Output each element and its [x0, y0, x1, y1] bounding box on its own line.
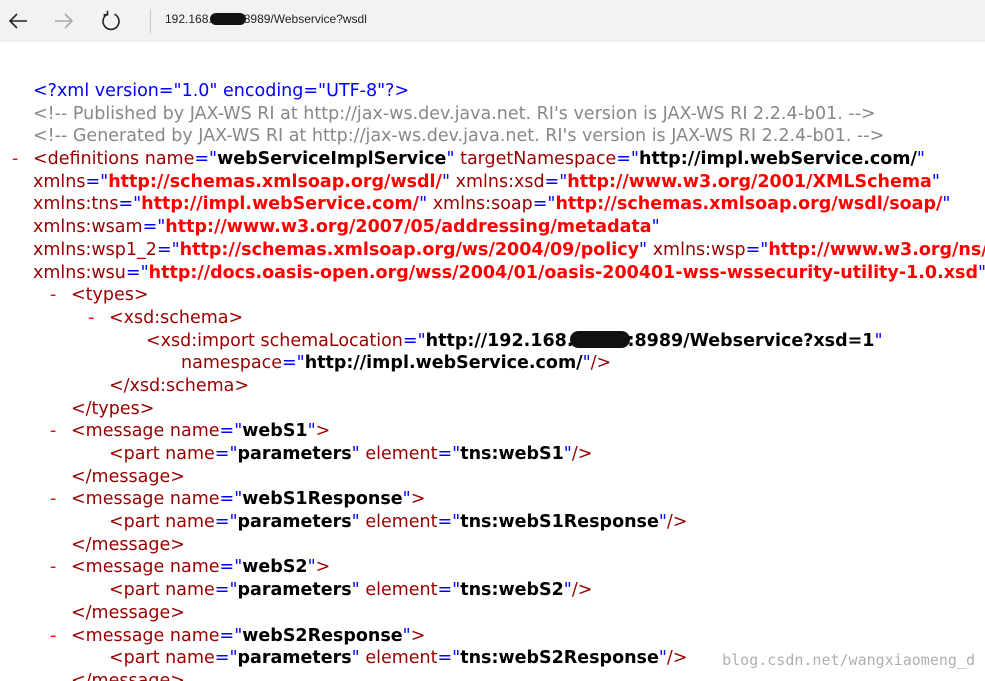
part-element: tns:webS1Response [460, 512, 659, 533]
part-element: tns:webS1 [460, 444, 564, 464]
message-close-line: </message> [71, 602, 185, 623]
definitions-attr-line: xmlns:tns="http://impl.webService.com/" … [33, 194, 951, 215]
message-name: webS2Response [242, 625, 403, 646]
import-location-suffix: :8989/Webservice?xsd=1 [627, 330, 875, 351]
ns-wsp1-2: http://schemas.xmlsoap.org/ws/2004/09/po… [179, 239, 640, 260]
message-close-line: </message> [71, 534, 185, 555]
message-close-line: </message> [71, 466, 185, 487]
definitions-attr-line: xmlns:wsp1_2="http://schemas.xmlsoap.org… [0, 239, 985, 262]
definitions-attr-line: xmlns="http://schemas.xmlsoap.org/wsdl/"… [33, 171, 940, 192]
part-name: parameters [237, 512, 352, 533]
part-line: <part name="parameters" element="tns:web… [109, 580, 593, 601]
refresh-icon [102, 10, 120, 31]
schema-close-line: </xsd:schema> [109, 375, 250, 396]
collapse-toggle-types[interactable]: - [50, 284, 56, 307]
message-name: webS1Response [242, 489, 403, 510]
types-close-line: </types> [71, 398, 155, 419]
xml-comment: <!-- Published by JAX-WS RI at http://ja… [0, 103, 985, 126]
forward-button[interactable] [49, 6, 79, 36]
redacted-ip [570, 330, 631, 348]
message-name: webS1 [242, 421, 308, 442]
ns-tns: http://impl.webService.com/ [141, 194, 420, 215]
redacted-ip [209, 13, 246, 25]
comment-published: <!-- Published by JAX-WS RI at http://ja… [33, 103, 876, 124]
message-open-line: - <message name="webS1Response"> [50, 488, 426, 511]
message-open-line: - <message name="webS2"> [50, 556, 331, 579]
import-location-prefix: http://192.168. [425, 330, 574, 351]
address-bar[interactable]: 192.168. 8989/Webservice?wsdl [165, 12, 367, 26]
xml-declaration-text: <?xml version="1.0" encoding="UTF-8"?> [33, 81, 410, 101]
address-prefix: 192.168. [165, 12, 212, 26]
types-open-line: - <types> [50, 284, 149, 307]
part-name: parameters [237, 648, 352, 669]
ns-wsam: http://www.w3.org/2007/05/addressing/met… [165, 217, 652, 238]
message-open-line: - <message name="webS2Response"> [50, 625, 426, 648]
ns-xsd: http://www.w3.org/2001/XMLSchema [567, 171, 932, 192]
message-name: webS2 [242, 557, 308, 578]
import-namespace: http://impl.webService.com/ [304, 353, 583, 374]
toolbar-divider [150, 9, 151, 33]
part-name: parameters [237, 580, 352, 601]
xml-declaration: <?xml version="1.0" encoding="UTF-8"?> [0, 80, 985, 103]
xml-comment: <!-- Generated by JAX-WS RI at http://ja… [0, 125, 985, 148]
definitions-attr-line: xmlns:wsu="http://docs.oasis-open.org/ws… [33, 262, 985, 283]
collapse-toggle-definitions[interactable]: - [12, 148, 18, 171]
comment-generated: <!-- Generated by JAX-WS RI at http://ja… [33, 126, 885, 147]
part-name: parameters [237, 444, 352, 464]
back-button[interactable] [3, 6, 33, 36]
definitions-name: webServiceImplService [217, 149, 447, 170]
collapse-toggle-message[interactable]: - [50, 625, 56, 648]
ns-soap: http://schemas.xmlsoap.org/wsdl/soap/ [555, 194, 943, 215]
message-open-line: - <message name="webS1"> [50, 420, 331, 443]
part-line: <part name="parameters" element="tns:web… [109, 444, 593, 464]
definitions-target-namespace: http://impl.webService.com/ [638, 149, 917, 170]
collapse-toggle-message[interactable]: - [50, 556, 56, 579]
xml-document: <?xml version="1.0" encoding="UTF-8"?> <… [0, 80, 985, 681]
import-line: <xsd:import schemaLocation="http://192.1… [146, 330, 883, 351]
part-line: <part name="parameters" element="tns:web… [109, 512, 688, 533]
ns-wsdl: http://schemas.xmlsoap.org/wsdl/ [108, 171, 442, 192]
part-element: tns:webS2Response [460, 648, 659, 669]
arrow-right-icon [55, 13, 74, 29]
import-namespace-line: namespace="http://impl.webService.com/"/… [181, 353, 612, 374]
refresh-button[interactable] [96, 6, 126, 36]
definitions-open-line: - <definitions name="webServiceImplServi… [12, 148, 925, 171]
part-element: tns:webS2 [460, 580, 564, 601]
ns-wsu: http://docs.oasis-open.org/wss/2004/01/o… [148, 262, 978, 283]
definitions-attr-line: xmlns:wsam="http://www.w3.org/2007/05/ad… [33, 217, 660, 238]
collapse-toggle-message[interactable]: - [50, 488, 56, 511]
collapse-toggle-schema[interactable]: - [88, 307, 94, 330]
address-suffix: 8989/Webservice?wsdl [243, 12, 367, 26]
schema-open-line: - <xsd:schema> [88, 307, 244, 330]
message-close-line: </message> [71, 670, 185, 681]
browser-toolbar: 192.168. 8989/Webservice?wsdl [0, 0, 985, 42]
collapse-toggle-message[interactable]: - [50, 420, 56, 443]
ns-wsp: http://www.w3.org/ns/ws-policy [768, 239, 985, 260]
watermark: blog.csdn.net/wangxiaomeng_d [722, 651, 975, 669]
arrow-left-icon [8, 13, 27, 29]
